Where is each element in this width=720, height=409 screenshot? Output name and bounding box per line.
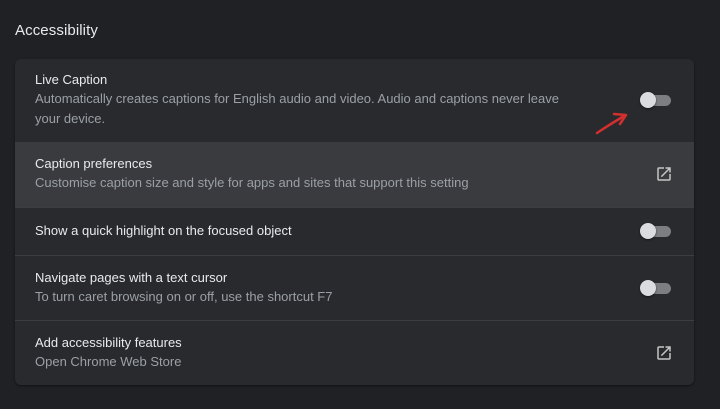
external-link-icon[interactable] xyxy=(655,165,673,183)
live-caption-toggle[interactable] xyxy=(640,92,672,108)
caret-browsing-title: Navigate pages with a text cursor xyxy=(35,270,228,285)
add-accessibility-features-description: Open Chrome Web Store xyxy=(35,354,182,369)
toggle-knob xyxy=(640,223,656,239)
section-title: Accessibility xyxy=(15,22,98,39)
live-caption-title: Live Caption xyxy=(35,72,108,87)
accessibility-card: Live Caption Automatically creates capti… xyxy=(15,59,694,385)
caret-browsing-description: To turn caret browsing on or off, use th… xyxy=(35,289,333,304)
toggle-knob xyxy=(640,92,656,108)
annotation-arrow-icon xyxy=(595,112,628,135)
quick-highlight-title: Show a quick highlight on the focused ob… xyxy=(35,223,292,238)
quick-highlight-toggle[interactable] xyxy=(640,223,672,239)
caption-preferences-row[interactable]: Caption preferences Customise caption si… xyxy=(15,142,694,207)
live-caption-description: Automatically creates captions for Engli… xyxy=(35,91,559,126)
caption-preferences-description: Customise caption size and style for app… xyxy=(35,175,469,190)
caret-browsing-row[interactable]: Navigate pages with a text cursor To tur… xyxy=(15,255,694,320)
settings-page: Accessibility Live Caption Automatically… xyxy=(0,0,720,409)
caption-preferences-title: Caption preferences xyxy=(35,156,153,171)
caret-browsing-toggle[interactable] xyxy=(640,280,672,296)
add-accessibility-features-row[interactable]: Add accessibility features Open Chrome W… xyxy=(15,320,694,385)
toggle-knob xyxy=(640,280,656,296)
external-link-icon[interactable] xyxy=(655,344,673,362)
add-accessibility-features-title: Add accessibility features xyxy=(35,335,182,350)
quick-highlight-row[interactable]: Show a quick highlight on the focused ob… xyxy=(15,207,694,255)
